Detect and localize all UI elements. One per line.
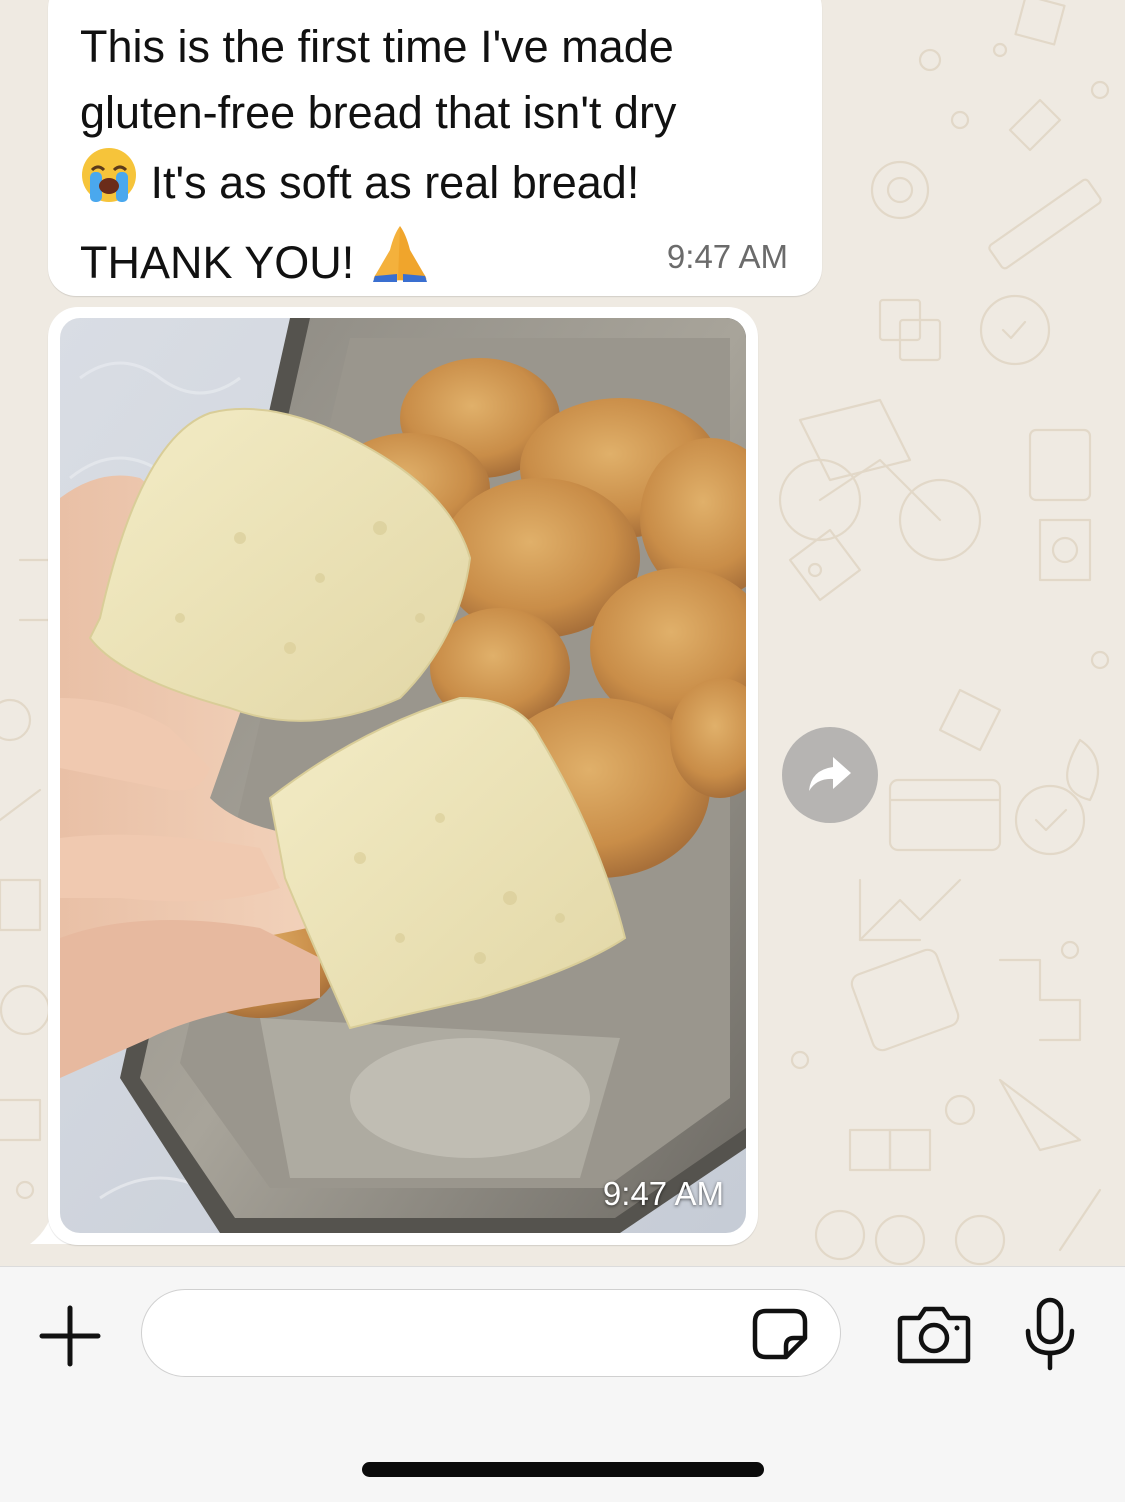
microphone-button[interactable] [1024,1297,1076,1371]
camera-icon [897,1306,971,1364]
microphone-icon [1025,1297,1075,1371]
chat-area[interactable]: This is the first time I've made gluten-… [0,0,1125,1266]
folded-hands-emoji-icon [367,222,433,302]
message-line-3-text: It's as soft as real bread! [138,157,640,208]
message-line-2: gluten-free bread that isn't dry [80,87,677,138]
message-input[interactable] [170,1308,734,1360]
attach-button[interactable] [38,1304,102,1368]
message-input-box[interactable] [141,1289,841,1377]
share-forward-icon [809,757,851,791]
loudly-crying-face-emoji-icon [80,146,138,222]
message-composer [0,1266,1125,1502]
bread-photo[interactable]: 9:47 AM [60,318,746,1233]
incoming-image-message[interactable]: 9:47 AM [48,307,758,1245]
sticker-button[interactable] [752,1308,808,1360]
message-line-1: This is the first time I've made [80,21,674,72]
plus-icon [39,1305,101,1367]
home-indicator[interactable] [362,1462,764,1477]
forward-button[interactable] [782,727,878,823]
message-timestamp: 9:47 AM [666,238,788,275]
message-line-4-text: THANK YOU! [80,237,367,288]
incoming-text-message[interactable]: This is the first time I've made gluten-… [48,0,822,296]
message-line-3: It's as soft as real bread! [80,146,795,222]
sticker-icon [752,1308,808,1360]
image-timestamp: 9:47 AM [602,1175,724,1212]
camera-button[interactable] [897,1304,971,1364]
bread-photo-image [60,318,746,1233]
